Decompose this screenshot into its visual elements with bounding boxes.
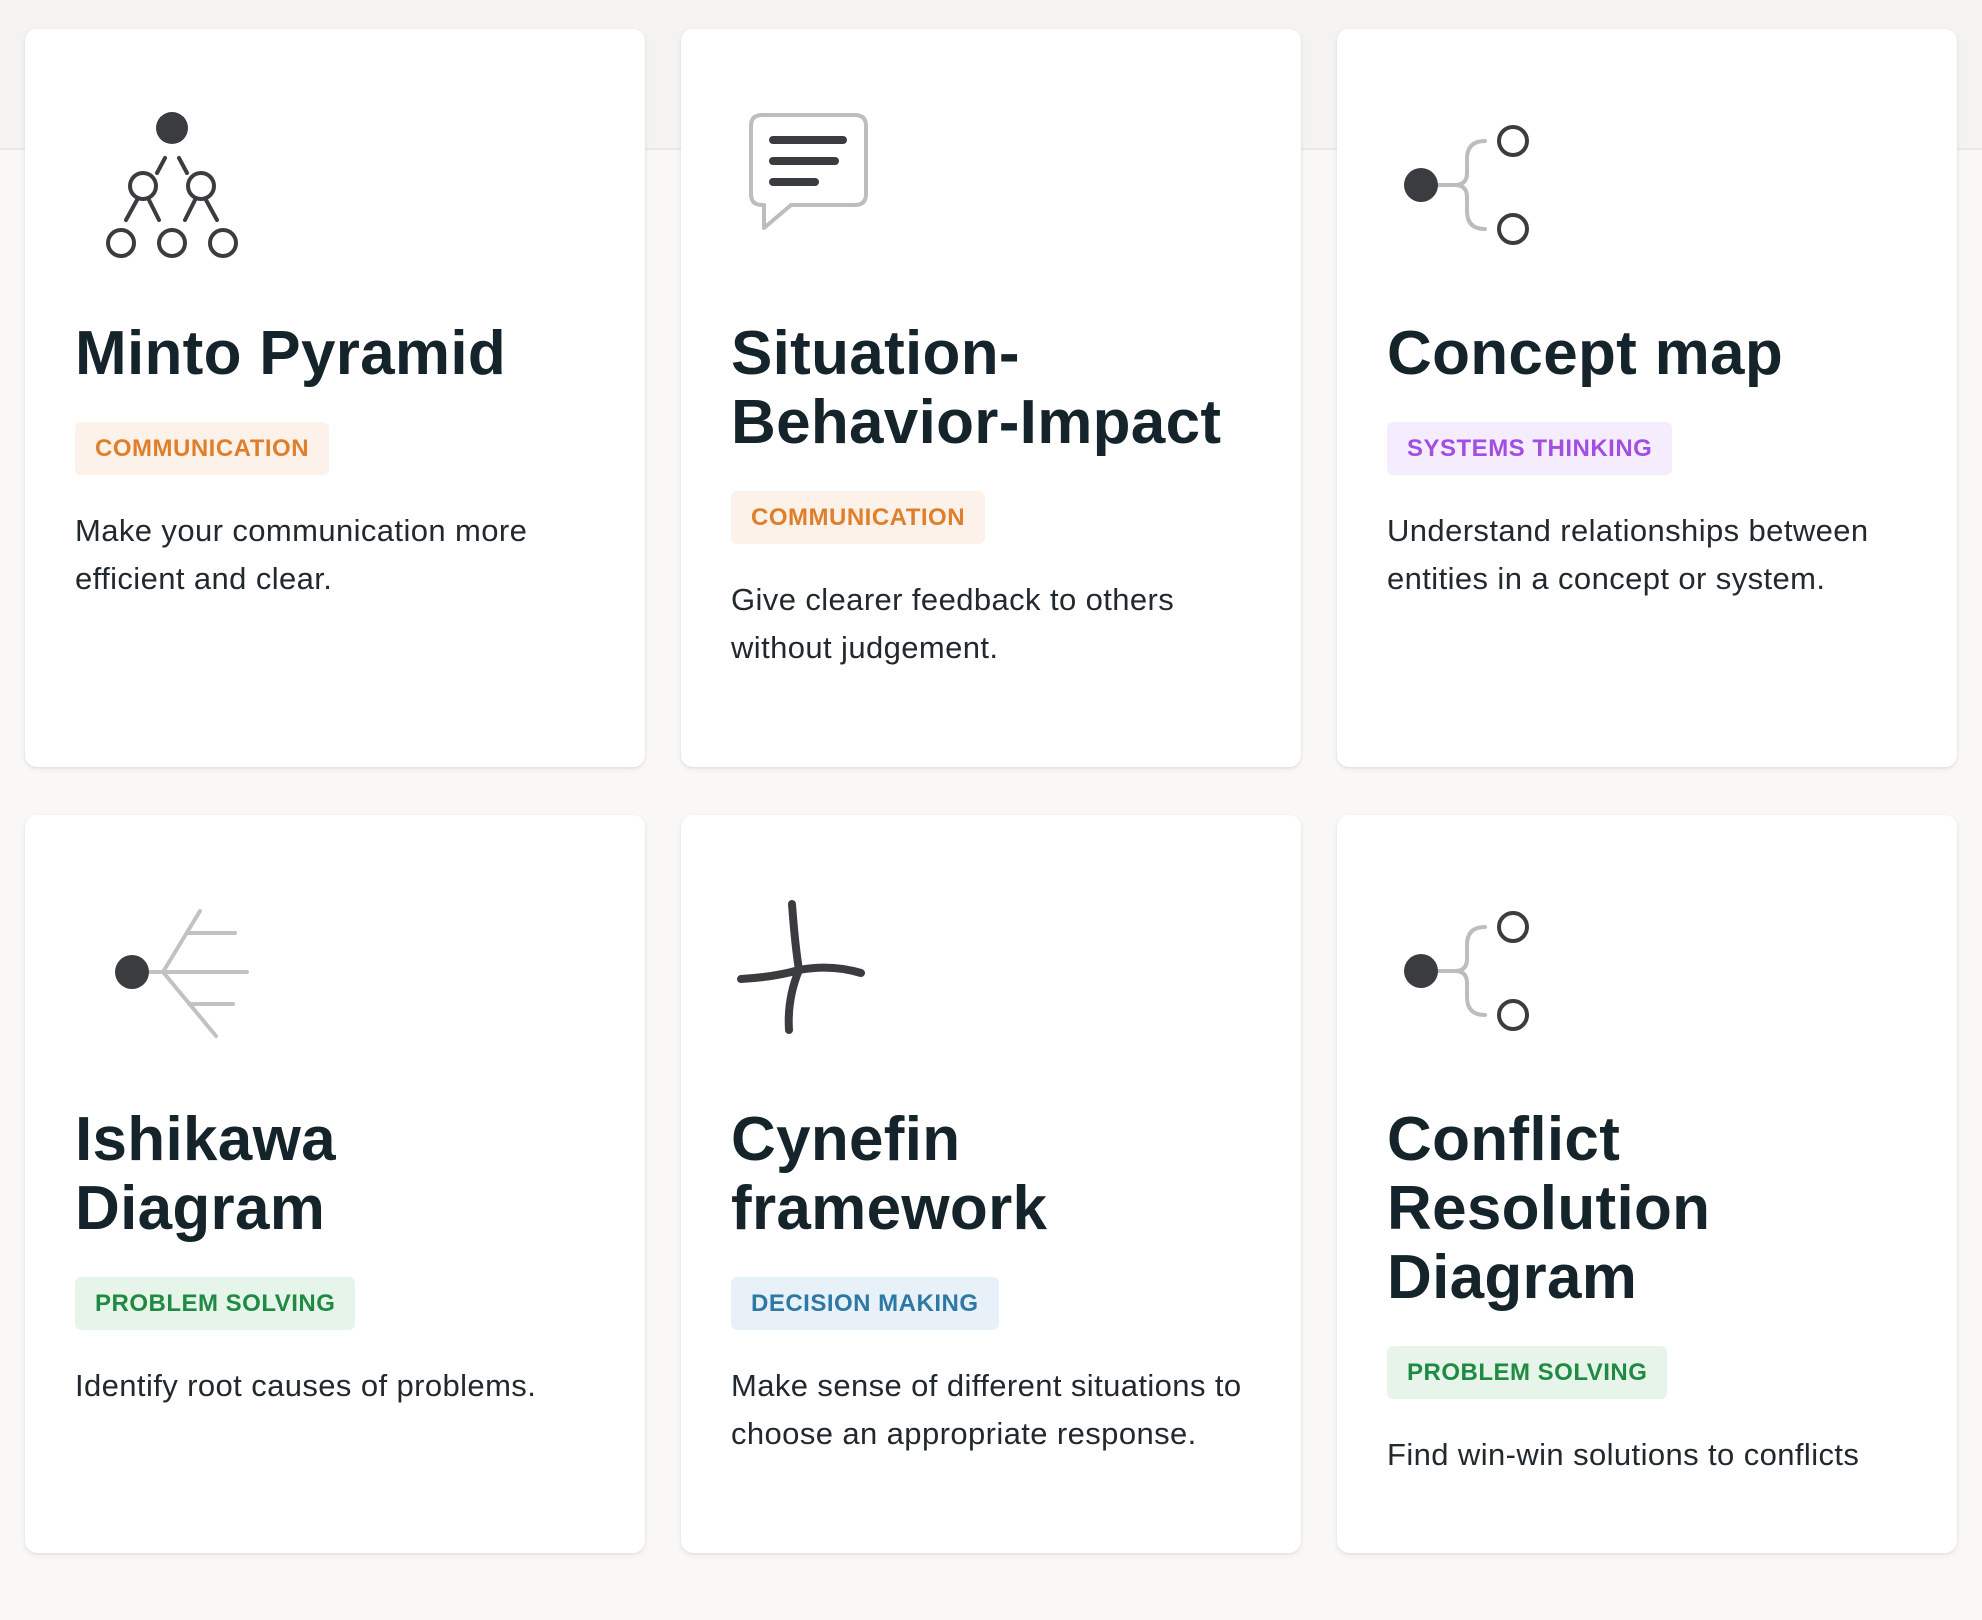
- category-tag: PROBLEM SOLVING: [1387, 1346, 1668, 1399]
- card-conflict-resolution-diagram[interactable]: Conflict Resolution Diagram PROBLEM SOLV…: [1337, 815, 1957, 1553]
- concept-branch-icon: [1387, 111, 1577, 281]
- card-title: Minto Pyramid: [75, 319, 507, 388]
- card-description: Understand relationships between entitie…: [1387, 513, 1869, 596]
- pyramid-tree-icon: [75, 111, 265, 281]
- cynefin-cross-icon: [731, 897, 921, 1067]
- card-ishikawa-diagram[interactable]: Ishikawa Diagram PROBLEM SOLVING Identif…: [25, 815, 645, 1553]
- category-tag: COMMUNICATION: [731, 491, 986, 544]
- speech-bubble-icon: [731, 111, 921, 281]
- card-title: Cynefin framework: [731, 1105, 1048, 1243]
- card-description: Make your communication more efficient a…: [75, 513, 528, 596]
- card-description: Give clearer feedback to others without …: [731, 582, 1175, 665]
- category-tag: DECISION MAKING: [731, 1277, 999, 1330]
- fishbone-icon: [75, 897, 265, 1067]
- card-concept-map[interactable]: Concept map SYSTEMS THINKING Understand …: [1337, 29, 1957, 767]
- card-title: Situation-Behavior-Impact: [731, 319, 1222, 457]
- card-title: Conflict Resolution Diagram: [1387, 1105, 1711, 1312]
- category-tag: PROBLEM SOLVING: [75, 1277, 356, 1330]
- card-description: Find win-win solutions to conflicts: [1387, 1437, 1860, 1472]
- card-description: Make sense of different situations to ch…: [731, 1368, 1242, 1451]
- card-description: Identify root causes of problems.: [75, 1368, 537, 1403]
- card-title: Concept map: [1387, 319, 1784, 388]
- card-cynefin-framework[interactable]: Cynefin framework DECISION MAKING Make s…: [681, 815, 1301, 1553]
- card-situation-behavior-impact[interactable]: Situation-Behavior-Impact COMMUNICATION …: [681, 29, 1301, 767]
- category-tag: COMMUNICATION: [75, 422, 330, 475]
- category-tag: SYSTEMS THINKING: [1387, 422, 1673, 475]
- conflict-branch-icon: [1387, 897, 1577, 1067]
- card-title: Ishikawa Diagram: [75, 1105, 336, 1243]
- card-minto-pyramid[interactable]: Minto Pyramid COMMUNICATION Make your co…: [25, 29, 645, 767]
